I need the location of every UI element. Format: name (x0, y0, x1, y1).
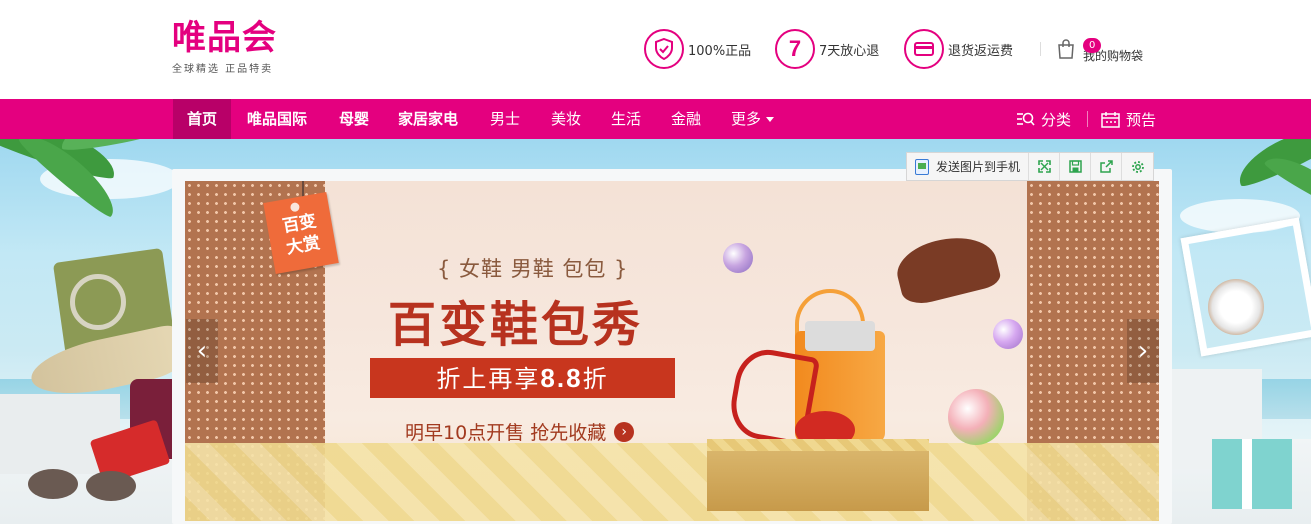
ribbon (1242, 439, 1252, 509)
decor-orb (723, 243, 753, 273)
promise-authentic[interactable]: 100%正品 (644, 29, 751, 69)
shield-icon (644, 29, 684, 69)
logo-text: 唯品会 (172, 18, 277, 58)
site-logo[interactable]: 唯品会 全球精选 正品特卖 (172, 18, 277, 75)
nav-item-beauty[interactable]: 美妆 (537, 99, 595, 139)
promise-shipping[interactable]: 退货返运费 (904, 29, 1013, 69)
wristwatch (1208, 279, 1264, 335)
discount-value: 8.8 (540, 363, 583, 393)
left-product-decoration (0, 139, 190, 524)
discount-prefix: 折上再享 (436, 365, 541, 393)
promo-tag: 百变 大赏 (263, 191, 339, 275)
banner-cta[interactable]: 明早10点开售 抢先收藏 › (405, 418, 635, 445)
shopping-bag-icon: 0 (1057, 38, 1102, 59)
tiffany-box (1212, 439, 1292, 509)
promo-banner[interactable]: 百变 大赏 { 女鞋 男鞋 包包 } 百变鞋包秀 折上再享8.8折 明早10点开… (185, 181, 1159, 521)
bag-top (805, 321, 875, 351)
banner-title: 百变鞋包秀 (388, 297, 644, 353)
right-product-decoration (1172, 139, 1311, 524)
seven-day-icon: 7 (775, 29, 815, 69)
decor-orb (993, 319, 1023, 349)
chevron-right-icon: › (614, 421, 635, 442)
fullscreen-button[interactable] (1029, 153, 1061, 180)
discount-suffix: 折 (582, 365, 609, 393)
nav-item-more-label: 更多 (731, 110, 762, 128)
promise-shipping-text: 退货返运费 (948, 43, 1014, 59)
discount-bar: 折上再享8.8折 (370, 358, 675, 398)
cart-link[interactable]: 0 我的购物袋 (1040, 34, 1143, 64)
category-search-icon (1017, 112, 1035, 126)
brown-mens-shoe (891, 227, 1003, 309)
nav-item-more[interactable]: 更多 (717, 99, 788, 139)
sunglasses-lens (86, 471, 136, 501)
seven-day-badge: 7 (788, 36, 802, 61)
nav-preview-label: 预告 (1126, 110, 1157, 129)
cart-count-badge: 0 (1083, 38, 1102, 53)
save-button[interactable] (1060, 153, 1092, 180)
banner-subtitle: { 女鞋 男鞋 包包 } (437, 257, 629, 281)
decor-orb (948, 389, 1004, 445)
cart-divider (1040, 42, 1041, 56)
calendar-icon (1101, 111, 1120, 128)
nav-divider (1087, 111, 1088, 127)
send-to-phone-button[interactable]: 发送图片到手机 (907, 153, 1030, 180)
nav-item-home[interactable]: 首页 (173, 99, 232, 139)
card-icon (904, 29, 944, 69)
logo-tagline: 全球精选 正品特卖 (172, 64, 274, 75)
promise-authentic-text: 100%正品 (688, 43, 752, 59)
promo-tag-text: 百变 大赏 (280, 211, 322, 259)
caret-down-icon (766, 117, 775, 122)
promise-return-text: 7天放心退 (819, 43, 880, 59)
nav-item-finance[interactable]: 金融 (657, 99, 715, 139)
site-header: 唯品会 全球精选 正品特卖 100%正品 7 7天放心退 退货返运费 0 我的购… (0, 0, 1311, 99)
nav-category-label: 分类 (1041, 110, 1072, 129)
expand-icon (1037, 160, 1051, 173)
send-phone-icon (915, 158, 929, 175)
next-slide-button[interactable]: › (1127, 319, 1159, 383)
nav-category[interactable]: 分类 (1016, 99, 1071, 139)
share-button[interactable] (1091, 153, 1123, 180)
nav-item-life[interactable]: 生活 (597, 99, 655, 139)
nav-item-home-appliances[interactable]: 家居家电 (384, 99, 472, 139)
share-icon (1099, 160, 1113, 173)
banner-cta-text: 明早10点开售 抢先收藏 (405, 422, 607, 444)
checkered-floor (185, 443, 1159, 521)
nav-item-baby[interactable]: 母婴 (325, 99, 383, 139)
image-toolbar: 发送图片到手机 (906, 152, 1155, 181)
save-icon (1068, 160, 1082, 173)
nav-preview[interactable]: 预告 (1101, 99, 1156, 139)
main-nav: 首页 唯品国际 母婴 家居家电 男士 美妆 生活 金融 更多 分类 预告 (0, 99, 1311, 139)
promise-return[interactable]: 7 7天放心退 (775, 29, 879, 69)
bag-ring (70, 274, 126, 330)
sunglasses-lens (28, 469, 78, 499)
nav-item-international[interactable]: 唯品国际 (233, 99, 321, 139)
gold-pedestal (707, 451, 929, 511)
settings-button[interactable] (1122, 153, 1153, 180)
nav-item-men[interactable]: 男士 (476, 99, 534, 139)
send-to-phone-label: 发送图片到手机 (936, 160, 1021, 174)
prev-slide-button[interactable]: ‹ (186, 319, 218, 383)
gear-icon (1131, 160, 1144, 173)
